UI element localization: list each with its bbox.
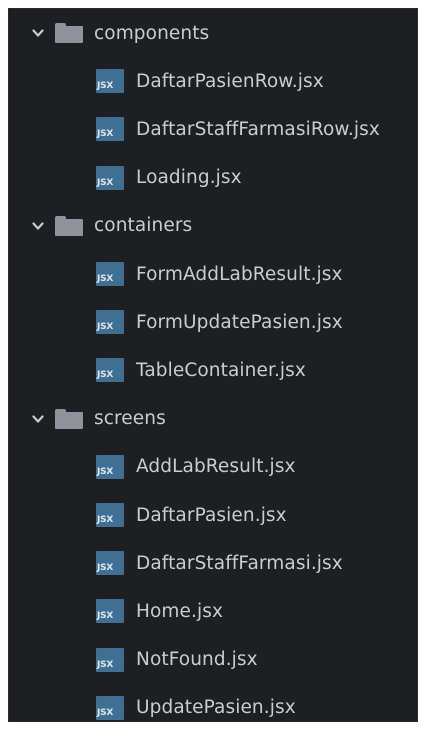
file-label: NotFound.jsx [136,649,258,671]
jsx-badge-text: JSX [97,81,114,92]
jsx-badge-text: JSX [97,563,114,574]
jsx-file-icon: JSX [96,695,124,720]
file-label: AddLabResult.jsx [136,456,296,478]
file-label: Home.jsx [136,600,224,622]
file-item[interactable]: JSX FormAddLabResult.jsx [9,254,417,294]
jsx-file-icon: JSX [96,599,124,624]
jsx-file-icon: JSX [96,262,124,286]
jsx-badge-text: JSX [97,177,114,188]
chevron-down-icon[interactable] [31,219,45,233]
folder-containers[interactable]: containers [9,206,417,246]
file-item[interactable]: JSX DaftarPasien.jsx [9,495,417,535]
folder-icon [55,215,83,236]
folder-label: components [94,22,210,44]
jsx-badge-text: JSX [97,611,114,622]
chevron-down-icon[interactable] [31,412,45,426]
jsx-badge-text: JSX [97,322,114,333]
folder-components[interactable]: components [9,13,417,53]
jsx-file-icon: JSX [96,117,124,142]
jsx-file-icon: JSX [96,310,124,335]
file-item[interactable]: JSX Home.jsx [9,591,417,631]
file-label: Loading.jsx [136,167,242,189]
file-label: FormUpdatePasien.jsx [136,311,343,333]
file-label: DaftarStaffFarmasiRow.jsx [136,118,380,140]
file-label: FormAddLabResult.jsx [136,263,343,285]
folder-label: screens [94,408,166,430]
file-item[interactable]: JSX UpdatePasien.jsx [9,688,417,721]
file-item[interactable]: JSX Loading.jsx [9,158,417,198]
jsx-file-icon: JSX [96,69,124,94]
file-item[interactable]: JSX DaftarStaffFarmasi.jsx [9,543,417,583]
jsx-badge-text: JSX [97,707,114,718]
jsx-badge-text: JSX [97,466,114,477]
jsx-badge-text: JSX [97,370,114,381]
file-item[interactable]: JSX DaftarPasienRow.jsx [9,61,417,101]
jsx-badge-text: JSX [97,129,114,140]
jsx-file-icon: JSX [96,503,124,527]
file-explorer-panel: components JSX DaftarPasienRow.jsx JSX Dafta… [8,8,418,722]
file-item[interactable]: JSX NotFound.jsx [9,640,417,680]
file-item[interactable]: JSX FormUpdatePasien.jsx [9,302,417,342]
folder-icon [55,23,83,43]
jsx-badge-text: JSX [97,274,114,284]
chevron-down-icon[interactable] [31,26,45,40]
jsx-file-icon: JSX [96,358,124,383]
file-label: UpdatePasien.jsx [136,697,296,719]
file-label: DaftarStaffFarmasi.jsx [136,552,343,574]
file-item[interactable]: JSX DaftarStaffFarmasiRow.jsx [9,109,417,149]
folder-label: containers [94,215,193,237]
jsx-file-icon: JSX [96,165,124,190]
jsx-file-icon: JSX [96,454,124,479]
file-label: TableContainer.jsx [136,359,306,381]
file-item[interactable]: JSX AddLabResult.jsx [9,447,417,487]
folder-icon [55,408,83,429]
jsx-file-icon: JSX [96,551,124,576]
jsx-file-icon: JSX [96,647,124,672]
jsx-badge-text: JSX [97,515,114,525]
folder-screens[interactable]: screens [9,399,417,439]
file-item[interactable]: JSX TableContainer.jsx [9,350,417,390]
file-label: DaftarPasienRow.jsx [136,70,324,92]
jsx-badge-text: JSX [97,659,114,670]
file-label: DaftarPasien.jsx [136,504,287,526]
